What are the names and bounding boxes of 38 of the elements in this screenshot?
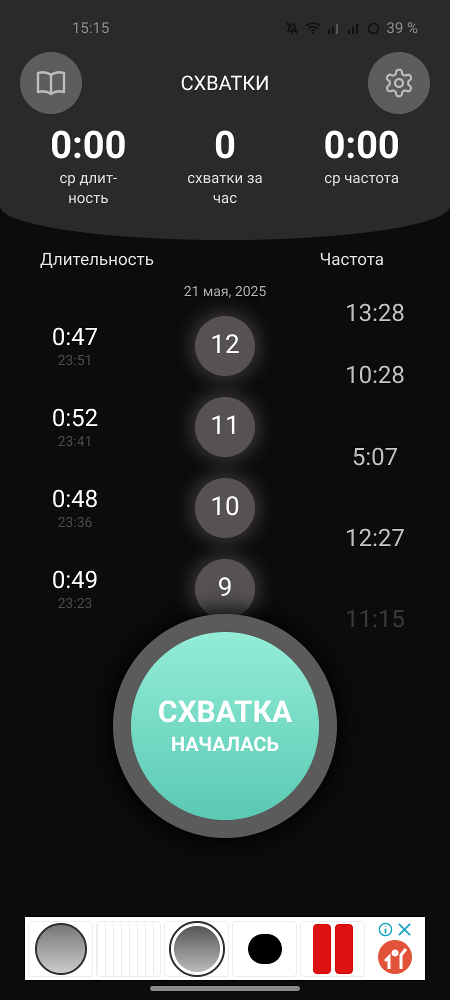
duration-value: 0:48: [52, 484, 98, 514]
product-thumbnail[interactable]: [300, 920, 365, 976]
product-thumbnail[interactable]: [28, 920, 93, 976]
contraction-number-bubble[interactable]: 11: [195, 396, 255, 456]
product-thumbnail[interactable]: [232, 920, 297, 976]
book-icon: [36, 70, 66, 96]
screen-title: СХВАТКИ: [180, 70, 270, 97]
stat-label: ср частота: [323, 168, 400, 188]
column-heading: Частота: [320, 249, 384, 272]
ad-banner[interactable]: [25, 917, 425, 980]
date-label: 21 мая, 2025: [184, 282, 266, 302]
frequency-value: 5:07: [352, 442, 398, 472]
product-thumbnail[interactable]: [164, 920, 229, 976]
status-time: 15:15: [72, 18, 110, 39]
contraction-number-bubble[interactable]: 10: [195, 478, 255, 538]
frequency-value: 12:27: [345, 522, 405, 552]
stat-value: 0:00: [50, 124, 126, 168]
duration-value: 0:47: [52, 322, 98, 352]
contraction-number-bubble[interactable]: 12: [195, 316, 255, 376]
duration-value: 0:49: [52, 564, 98, 594]
column-heading: Длительность: [40, 249, 154, 272]
advertiser-logo-icon: [377, 939, 413, 975]
start-time: 23:41: [58, 432, 92, 450]
frequency-value: 13:28: [345, 298, 405, 328]
stat-value: 0:00: [324, 124, 400, 168]
start-time: 23:51: [58, 352, 92, 370]
bell-off-icon: [285, 21, 300, 35]
battery-level: 39 %: [386, 18, 418, 39]
start-time: 23:23: [58, 594, 92, 612]
wifi-icon: [305, 22, 322, 34]
info-icon[interactable]: [378, 922, 393, 937]
stat-label: ср длит-ность: [58, 168, 118, 208]
frequency-value: 10:28: [345, 360, 405, 390]
close-icon[interactable]: [397, 922, 412, 937]
stat-label: схватки за час: [186, 168, 264, 208]
start-time: 23:36: [58, 514, 92, 532]
duration-value: 0:52: [52, 402, 98, 432]
stat-value: 0: [214, 124, 236, 168]
